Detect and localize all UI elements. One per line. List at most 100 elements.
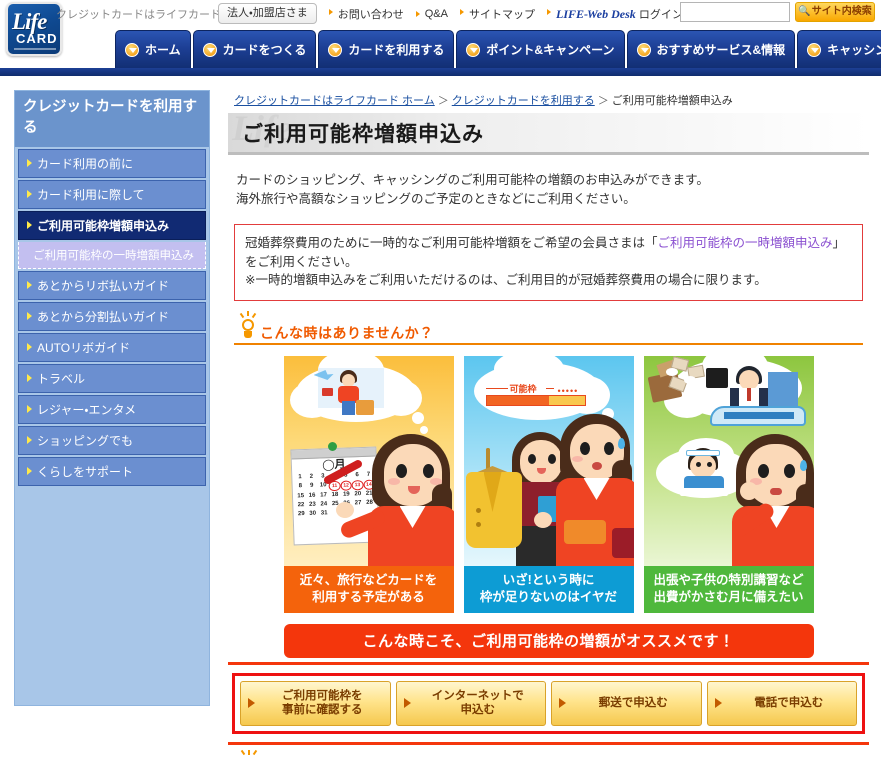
sidebar-item-limit-increase[interactable]: ご利用可能枠増額申込み	[18, 211, 206, 240]
webdesk-orb-icon	[583, 8, 594, 20]
woman-hand	[335, 502, 354, 518]
global-nav: ホーム カードをつくる カードを利用する ポイント&キャンペーン おすすめサービ…	[115, 30, 881, 68]
sidebar-item-leisure-entertainment[interactable]: レジャー・エンタメ	[18, 395, 206, 424]
card-caption-line-2: 利用する予定がある	[312, 589, 425, 604]
gnav-label: カードを利用する	[348, 43, 445, 57]
gnav-item-cashing-loan[interactable]: キャッシング&ローン	[797, 30, 881, 68]
intro-line-1: カードのショッピング、キャッシングのご利用可能枠の増額のお申込みができます。	[236, 173, 709, 187]
gnav-label: ホーム	[145, 43, 181, 57]
gnav-item-services-info[interactable]: おすすめサービス&情報	[626, 30, 796, 68]
notice-line-2: ※一時的増額申込みをご利用いただけるのは、ご利用目的が冠婚葬祭費用の場合に限りま…	[245, 273, 767, 288]
action-check-limit-button[interactable]: ご利用可能枠を 事前に確認する	[240, 680, 391, 726]
action-apply-phone-button[interactable]: 電話で申込む	[706, 680, 857, 726]
bulb-ray	[240, 749, 246, 755]
calendar-day: 2	[309, 473, 313, 480]
businessman-face	[738, 370, 759, 390]
sidebar-item-revolving-guide[interactable]: あとからリボ払いガイド	[18, 271, 206, 300]
webdesk-login-label: ログイン	[638, 8, 683, 21]
logo-card-text: CARD	[16, 31, 58, 46]
calendar-day: 27	[354, 500, 362, 507]
mother-eye	[783, 464, 795, 478]
card-caption-line-1: 近々、旅行などカードを	[299, 573, 438, 587]
calendar-day-marked: 12	[339, 480, 352, 491]
search-icon: 🔍	[798, 6, 811, 17]
gnav-label: カードをつくる	[222, 43, 307, 57]
site-header: Life CARD クレジットカードはライフカード 法人・加盟店さま お問い合わ…	[0, 0, 881, 78]
sweat-drop	[799, 460, 807, 471]
util-link-webdesk-login[interactable]: LIFE-Web Desk ログイン	[546, 6, 683, 22]
sidebar-list: カード利用の前に カード利用に際して ご利用可能枠増額申込み ご利用可能枠の一時…	[15, 149, 209, 486]
sidebar-item-installment-guide[interactable]: あとから分割払いガイド	[18, 302, 206, 331]
sidebar-item-shopping[interactable]: ショッピングでも	[18, 426, 206, 455]
action-apply-mail-button[interactable]: 郵送で申込む	[551, 680, 702, 726]
site-search-button[interactable]: 🔍サイト内検索	[795, 2, 875, 22]
headband	[685, 450, 720, 456]
calendar-day: 15	[296, 493, 304, 500]
calendar-day: 9	[309, 482, 314, 489]
coat-button	[475, 522, 481, 527]
life-card-logo[interactable]: Life CARD	[6, 2, 62, 56]
woman-a-mouth	[536, 468, 546, 474]
coat-button	[475, 508, 481, 513]
corporate-button[interactable]: 法人・加盟店さま	[218, 3, 317, 24]
illustration-cards: ◯月 1 2 3 4 5 6 7 8 9 10 11	[228, 355, 869, 614]
search-input[interactable]	[680, 2, 790, 22]
util-link-sitemap[interactable]: サイトマップ	[459, 6, 535, 22]
calendar-day: 18	[331, 491, 338, 499]
card-caption-line-1: 出張や子供の特別講習など	[653, 573, 804, 587]
sidebar-item-travel[interactable]: トラベル	[18, 364, 206, 393]
card-caption-line-1: いざ!という時に	[502, 573, 595, 587]
gnav-item-use-card[interactable]: カードを利用する	[318, 30, 455, 68]
chevron-down-icon	[636, 42, 651, 57]
limit-bar	[485, 395, 586, 406]
woman-b-cheek	[571, 456, 583, 462]
breadcrumb-home[interactable]: クレジットカードはライフカード ホーム	[234, 95, 435, 107]
card-extra-expenses: 出張や子供の特別講習など 出費がかさむ月に備えたい	[642, 355, 815, 614]
action-apply-internet-button[interactable]: インターネットで 申込む	[395, 680, 546, 726]
sidebar-item-before-use[interactable]: カード利用の前に	[18, 149, 206, 178]
notice-link-temporary-increase[interactable]: ご利用可能枠の一時増額申込み	[658, 236, 833, 250]
card-caption-line-2: 枠が足りないのはイヤだ	[479, 589, 618, 604]
sidebar-item-on-use[interactable]: カード利用に際して	[18, 180, 206, 209]
action-button-group: ご利用可能枠を 事前に確認する インターネットで 申込む 郵送で申込む 電話で申…	[232, 672, 865, 734]
intro-line-2: 海外旅行や高額なショッピングのご予定のときなどにご利用ください。	[236, 192, 636, 207]
sidebar: クレジットカードを利用する カード利用の前に カード利用に際して ご利用可能枠増…	[14, 90, 210, 706]
gnav-item-points-campaign[interactable]: ポイント&キャンペーン	[456, 30, 625, 68]
woman-b-eye	[603, 442, 614, 455]
sidebar-item-life-support[interactable]: くらしをサポート	[18, 457, 206, 486]
page-body: クレジットカードを利用する カード利用の前に カード利用に際して ご利用可能枠増…	[0, 76, 881, 755]
action-line-1: ご利用可能枠を	[282, 689, 363, 702]
gnav-label: おすすめサービス&情報	[656, 43, 786, 57]
mother-mouth	[769, 488, 782, 495]
chevron-down-icon	[125, 42, 139, 57]
util-link-qa[interactable]: Q&A	[415, 8, 448, 20]
businessman-suit	[758, 388, 768, 406]
card-caption-line-2: 出費がかさむ月に備えたい	[653, 589, 804, 604]
global-nav-underbar	[0, 68, 881, 76]
action-button-text: ご利用可能枠を 事前に確認する	[282, 689, 363, 718]
sidebar-heading: クレジットカードを利用する	[15, 91, 209, 147]
briefcase	[705, 368, 728, 388]
chevron-down-icon	[466, 42, 481, 57]
card-caption: いざ!という時に 枠が足りないのはイヤだ	[463, 566, 634, 613]
breadcrumb-parent[interactable]: クレジットカードを利用する	[452, 95, 595, 107]
util-link-contact[interactable]: お問い合わせ	[328, 6, 404, 22]
credit-limit-diagram: 可能枠 •••••	[485, 382, 586, 408]
page-title: ご利用可能枠増額申込み	[242, 122, 484, 146]
hanger-hook	[485, 448, 490, 470]
bulb-ray	[247, 311, 249, 316]
gnav-item-home[interactable]: ホーム	[115, 30, 191, 68]
notice-prefix: 冠婚葬祭費用のために一時的なご利用可能枠増額をご希望の会員さまは「	[245, 235, 658, 250]
bulb-glass	[242, 319, 254, 331]
calendar-day: 20	[353, 491, 361, 498]
calendar-day: 8	[298, 483, 302, 490]
calendar-day: 31	[320, 510, 328, 517]
gnav-item-create-card[interactable]: カードをつくる	[192, 30, 317, 68]
limit-label: 可能枠	[507, 382, 539, 395]
credit-card-held	[321, 388, 333, 396]
webdesk-brand: LIFE-Web Desk	[555, 6, 636, 21]
chevron-down-icon	[328, 42, 343, 57]
woman-b-eye	[579, 442, 590, 455]
sidebar-item-auto-revolving-guide[interactable]: AUTOリボガイド	[18, 333, 206, 362]
sidebar-subitem-temporary-increase[interactable]: ご利用可能枠の一時増額申込み	[18, 242, 206, 269]
